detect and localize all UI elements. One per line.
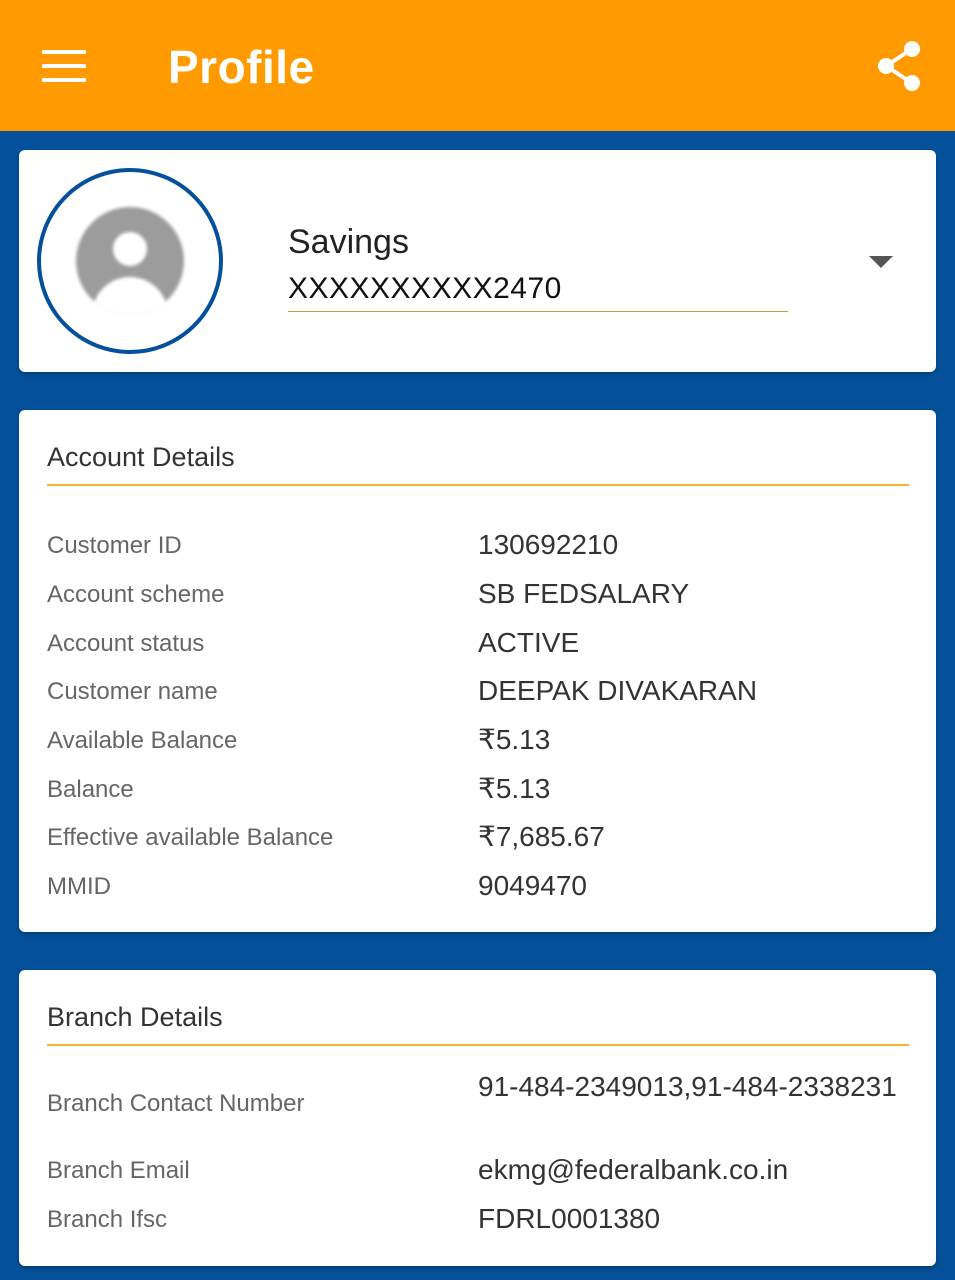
detail-value: ₹5.13 bbox=[478, 773, 551, 804]
page-title: Profile bbox=[168, 41, 315, 93]
hamburger-menu-icon[interactable] bbox=[42, 48, 88, 84]
section-title: Account Details bbox=[47, 442, 235, 472]
detail-label: Balance bbox=[47, 776, 134, 803]
detail-value: ₹5.13 bbox=[478, 724, 551, 755]
app-bar: Profile bbox=[0, 0, 955, 131]
account-details-card: Account Details Customer ID 130692210 Ac… bbox=[19, 410, 936, 932]
detail-value: 9049470 bbox=[478, 870, 588, 901]
detail-value: ₹7,685.67 bbox=[478, 821, 605, 852]
detail-label: Branch Contact Number bbox=[47, 1090, 305, 1117]
detail-label: Account status bbox=[47, 630, 205, 657]
detail-label: Customer name bbox=[47, 678, 218, 705]
user-avatar-icon bbox=[76, 207, 184, 315]
section-title: Branch Details bbox=[47, 1002, 223, 1032]
caret-down-icon[interactable] bbox=[869, 256, 893, 268]
detail-value: SB FEDSALARY bbox=[478, 578, 690, 609]
avatar bbox=[37, 168, 223, 354]
detail-label: Effective available Balance bbox=[47, 824, 334, 851]
detail-label: Available Balance bbox=[47, 727, 238, 754]
branch-details-card: Branch Details Branch Contact Number 91-… bbox=[19, 970, 936, 1266]
detail-label: Account scheme bbox=[47, 581, 225, 608]
section-divider bbox=[47, 484, 909, 486]
detail-label: Customer ID bbox=[47, 532, 182, 559]
detail-label: Branch Ifsc bbox=[47, 1206, 168, 1233]
detail-value: DEEPAK DIVAKARAN bbox=[478, 675, 758, 706]
share-icon[interactable] bbox=[876, 40, 924, 92]
detail-value: ACTIVE bbox=[478, 627, 580, 658]
account-selector-card[interactable]: Savings XXXXXXXXXX2470 bbox=[19, 150, 936, 372]
account-type: Savings bbox=[288, 223, 409, 261]
detail-value: FDRL0001380 bbox=[478, 1203, 661, 1234]
section-divider bbox=[47, 1044, 909, 1046]
detail-value: 130692210 bbox=[478, 529, 619, 560]
account-number[interactable]: XXXXXXXXXX2470 bbox=[288, 272, 562, 306]
account-underline bbox=[288, 311, 788, 312]
detail-label: Branch Email bbox=[47, 1157, 190, 1184]
detail-value[interactable]: ekmg@federalbank.co.in bbox=[478, 1153, 918, 1187]
detail-value[interactable]: 91-484-2349013,91-484-2338231 bbox=[478, 1070, 918, 1104]
detail-label: MMID bbox=[47, 873, 111, 900]
